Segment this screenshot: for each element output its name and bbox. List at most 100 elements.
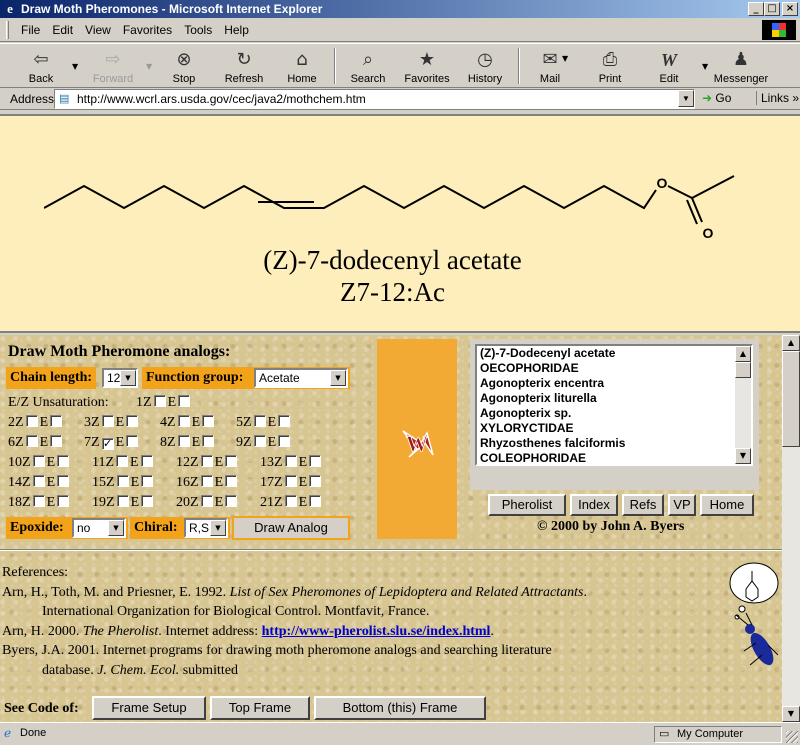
species-list-item[interactable]: XYLORYCTIDAE [477, 421, 751, 436]
refs-button[interactable]: Refs [622, 494, 664, 516]
bottom-frame-button[interactable]: Bottom (this) Frame [314, 696, 486, 720]
e-checkbox-8[interactable] [202, 435, 215, 447]
z-checkbox-10[interactable] [32, 455, 45, 467]
mail-button[interactable]: ✉ Mail [532, 46, 568, 86]
z-checkbox-16[interactable] [200, 475, 213, 487]
go-button[interactable]: ➜ Go [702, 91, 731, 105]
minimize-button[interactable]: _ [748, 2, 764, 16]
draw-analog-button[interactable]: Draw Analog [232, 516, 350, 540]
refresh-button[interactable]: ↻ Refresh [222, 46, 266, 86]
z-checkbox-17[interactable] [284, 475, 297, 487]
scroll-thumb[interactable] [735, 362, 751, 378]
e-checkbox-9[interactable] [278, 435, 291, 447]
e-checkbox-10[interactable] [57, 455, 70, 467]
e-checkbox-13[interactable] [309, 455, 322, 467]
index-button[interactable]: Index [570, 494, 618, 516]
pherolist-link[interactable]: http://www-pherolist.slu.se/index.html [262, 624, 491, 639]
chain-length-select[interactable]: 12 ▼ [102, 368, 138, 388]
z-checkbox-21[interactable] [284, 495, 297, 507]
links-button[interactable]: Links » [756, 91, 799, 105]
history-button[interactable]: ◷ History [464, 46, 506, 86]
e-checkbox-18[interactable] [57, 495, 70, 507]
print-button[interactable]: ⎙ Print [594, 46, 626, 86]
edit-dropdown-icon[interactable]: ▼ [702, 62, 708, 71]
address-dropdown-icon[interactable]: ▼ [678, 90, 694, 107]
z-checkbox-14[interactable] [32, 475, 45, 487]
z-checkbox-19[interactable] [116, 495, 129, 507]
species-list-item[interactable]: (Z)-7-Dodecenyl acetate [477, 346, 751, 361]
e-checkbox-2[interactable] [50, 415, 63, 427]
close-button[interactable]: × [782, 2, 798, 16]
z-checkbox-12[interactable] [200, 455, 213, 467]
scroll-thumb[interactable] [782, 351, 800, 447]
species-list-item[interactable]: Agonopterix encentra [477, 376, 751, 391]
forward-button[interactable]: ⇨ Forward [90, 46, 136, 86]
e-checkbox-7[interactable] [126, 435, 139, 447]
messenger-button[interactable]: ♟ Messenger [714, 46, 768, 86]
z-checkbox-13[interactable] [284, 455, 297, 467]
z-checkbox-2[interactable] [25, 415, 38, 427]
z-checkbox-4[interactable] [177, 415, 190, 427]
e-checkbox-3[interactable] [126, 415, 139, 427]
mail-dropdown-icon[interactable]: ▼ [562, 54, 568, 63]
e-checkbox-4[interactable] [202, 415, 215, 427]
z-checkbox-9[interactable] [253, 435, 266, 447]
z-checkbox-8[interactable] [177, 435, 190, 447]
z-checkbox-1[interactable] [153, 395, 166, 407]
scroll-up-icon[interactable]: ▲ [735, 346, 751, 362]
z-checkbox-15[interactable] [116, 475, 129, 487]
z-checkbox-18[interactable] [32, 495, 45, 507]
vp-button[interactable]: VP [668, 494, 696, 516]
species-list-item[interactable]: Agonopterix sp. [477, 406, 751, 421]
chiral-select[interactable]: R,S ▼ [184, 518, 228, 538]
stop-button[interactable]: ⊗ Stop [168, 46, 200, 86]
e-checkbox-16[interactable] [225, 475, 238, 487]
menu-view[interactable]: View [79, 23, 117, 37]
pherolist-button[interactable]: Pherolist [488, 494, 566, 516]
home-nav-button[interactable]: Home [700, 494, 754, 516]
top-frame-button[interactable]: Top Frame [210, 696, 310, 720]
z-checkbox-11[interactable] [116, 455, 129, 467]
e-checkbox-11[interactable] [140, 455, 153, 467]
z-checkbox-20[interactable] [200, 495, 213, 507]
e-checkbox-6[interactable] [50, 435, 63, 447]
z-checkbox-7[interactable]: ✓ [101, 438, 114, 450]
page-scrollbar[interactable]: ▲ ▼ [782, 335, 800, 722]
menu-help[interactable]: Help [218, 23, 255, 37]
species-list-item[interactable]: OECOPHORIDAE [477, 361, 751, 376]
e-checkbox-17[interactable] [309, 475, 322, 487]
epoxide-select[interactable]: no ▼ [72, 518, 126, 538]
resize-grip[interactable] [786, 731, 798, 743]
frame-setup-button[interactable]: Frame Setup [92, 696, 206, 720]
favorites-button[interactable]: ★ Favorites [402, 46, 452, 86]
e-checkbox-1[interactable] [178, 395, 191, 407]
z-checkbox-6[interactable] [25, 435, 38, 447]
e-checkbox-12[interactable] [225, 455, 238, 467]
species-list-item[interactable]: Rhyzosthenes falciformis [477, 436, 751, 451]
e-checkbox-5[interactable] [278, 415, 291, 427]
species-list-scrollbar[interactable]: ▲ ▼ [735, 346, 751, 464]
e-checkbox-21[interactable] [309, 495, 322, 507]
species-list[interactable]: (Z)-7-Dodecenyl acetate OECOPHORIDAE Agono… [475, 344, 753, 466]
maximize-button[interactable]: □ [764, 2, 780, 16]
forward-dropdown-icon[interactable]: ▼ [146, 62, 152, 71]
home-button[interactable]: ⌂ Home [284, 46, 320, 86]
menu-file[interactable]: File [15, 23, 46, 37]
e-checkbox-14[interactable] [57, 475, 70, 487]
back-button[interactable]: ⇦ Back [22, 46, 60, 86]
back-dropdown-icon[interactable]: ▼ [72, 62, 78, 71]
species-list-item[interactable]: COLEOPHORIDAE [477, 451, 751, 466]
species-list-item[interactable]: Agonopterix liturella [477, 391, 751, 406]
z-checkbox-5[interactable] [253, 415, 266, 427]
menu-tools[interactable]: Tools [178, 23, 218, 37]
scroll-down-icon[interactable]: ▼ [782, 706, 800, 722]
scroll-down-icon[interactable]: ▼ [735, 448, 751, 464]
e-checkbox-20[interactable] [225, 495, 238, 507]
scroll-up-icon[interactable]: ▲ [782, 335, 800, 351]
function-group-select[interactable]: Acetate ▼ [254, 368, 348, 388]
menu-favorites[interactable]: Favorites [117, 23, 178, 37]
edit-button[interactable]: W Edit [654, 46, 684, 86]
e-checkbox-19[interactable] [141, 495, 154, 507]
menu-edit[interactable]: Edit [46, 23, 79, 37]
address-input[interactable]: ▤ http://www.wcrl.ars.usda.gov/cec/java2… [54, 89, 695, 109]
